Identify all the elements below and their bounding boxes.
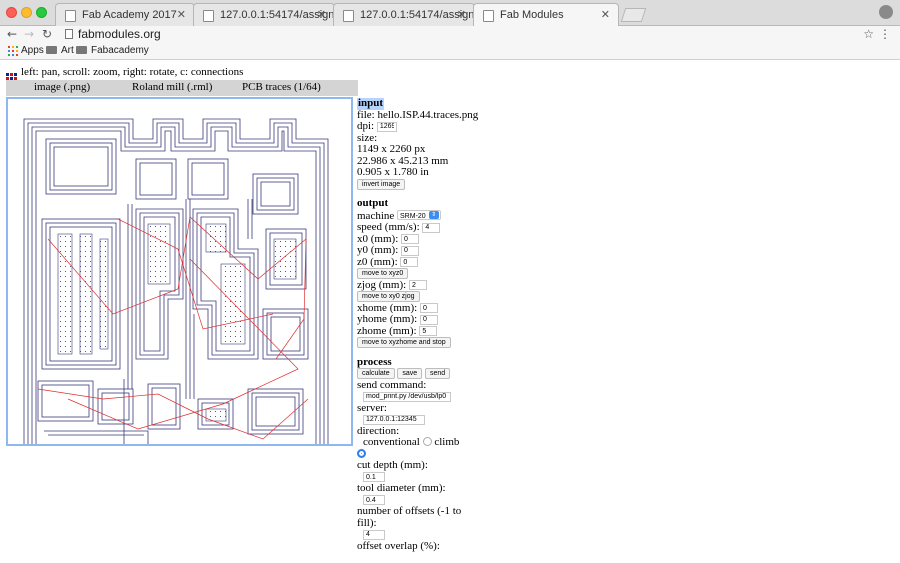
tab-fab-academy[interactable]: Fab Academy 2017 ✕ xyxy=(55,3,195,26)
x0-input[interactable] xyxy=(401,234,419,244)
profile-icon[interactable] xyxy=(879,5,893,19)
browser-toolbar: ← → ↻ fabmodules.org ☆ ⋮ xyxy=(0,26,900,42)
new-tab-button[interactable] xyxy=(620,8,647,22)
tab-title: Fab Academy 2017 xyxy=(82,9,177,21)
apps-grid-icon xyxy=(8,46,18,56)
climb-radio[interactable] xyxy=(357,448,366,458)
close-tab-icon[interactable]: ✕ xyxy=(457,8,466,21)
close-window-button[interactable] xyxy=(6,7,17,18)
zhome-input[interactable] xyxy=(419,326,438,336)
machine-select[interactable]: SRM-20 ⇕ xyxy=(397,209,441,220)
move-to-xyzhome-button[interactable]: move to xyzhome and stop xyxy=(357,337,451,348)
move-to-xyz0-button[interactable]: move to xyz0 xyxy=(357,268,409,279)
page-icon xyxy=(483,10,494,22)
select-arrows-icon: ⇕ xyxy=(428,210,439,219)
xhome-input[interactable] xyxy=(419,303,438,313)
cut-depth-label: cut depth (mm): xyxy=(357,459,428,471)
tab-assignments-2[interactable]: 127.0.0.1:54174/assignments ✕ xyxy=(333,3,475,26)
yhome-label: yhome (mm): xyxy=(357,313,418,325)
close-tab-icon[interactable]: ✕ xyxy=(601,8,610,21)
folder-icon xyxy=(76,46,87,54)
bookmark-art[interactable]: Art xyxy=(46,45,74,57)
bookmark-fabacademy[interactable]: Fabacademy xyxy=(76,45,149,57)
tool-diameter-input[interactable] xyxy=(363,495,385,505)
rapid-moves xyxy=(37,216,309,440)
page-icon xyxy=(203,10,214,22)
output-header: output xyxy=(357,197,389,209)
calculate-button[interactable]: calculate xyxy=(357,368,395,379)
bookmarks-bar: Apps Art Fabacademy xyxy=(0,42,900,60)
bookmark-label: Fabacademy xyxy=(91,45,149,56)
toolpath-canvas[interactable] xyxy=(8,99,351,444)
offsets-label-cont: fill): xyxy=(357,516,377,529)
zhome-label: zhome (mm): xyxy=(357,324,417,337)
y0-label: y0 (mm): xyxy=(357,244,399,256)
move-to-xy0-zjog-button[interactable]: move to xy0 zjog xyxy=(357,291,420,302)
z0-label: z0 (mm): xyxy=(357,255,398,268)
parameter-panel: input file: hello.ISP.44.traces.png dpi:… xyxy=(357,97,478,552)
tab-strip: Fab Academy 2017 ✕ 127.0.0.1:54174/assig… xyxy=(0,0,900,27)
close-tab-icon[interactable]: ✕ xyxy=(317,8,326,21)
module-menubar: image (.png) Roland mill (.rml) PCB trac… xyxy=(6,80,358,96)
conventional-radio[interactable] xyxy=(422,437,432,446)
y0-input[interactable] xyxy=(401,245,419,256)
address-bar[interactable]: fabmodules.org xyxy=(63,26,878,42)
tool-diameter-label: tool diameter (mm): xyxy=(357,482,446,494)
send-command-input[interactable] xyxy=(363,391,451,402)
send-button[interactable]: send xyxy=(424,368,451,379)
page-info-icon[interactable] xyxy=(65,29,73,39)
bookmark-label: Art xyxy=(61,45,74,56)
zjog-label: zjog (mm): xyxy=(357,278,407,291)
offset-overlap-label: offset overlap (%): xyxy=(357,539,440,552)
dpi-label: dpi: xyxy=(357,120,375,132)
size-in: 0.905 x 1.780 in xyxy=(357,166,429,178)
bookmark-star-icon[interactable]: ☆ xyxy=(863,26,874,42)
offsets-input[interactable] xyxy=(363,529,385,540)
speed-input[interactable] xyxy=(422,222,441,233)
toolpath-viewer[interactable] xyxy=(6,97,353,446)
server-label: server: xyxy=(357,401,387,414)
instructions-text: left: pan, scroll: zoom, right: rotate, … xyxy=(21,66,244,78)
reload-icon[interactable]: ↻ xyxy=(42,26,52,42)
forward-arrow-icon[interactable]: → xyxy=(24,26,34,42)
folder-icon xyxy=(46,46,57,54)
conventional-label: conventional xyxy=(363,436,420,448)
yhome-input[interactable] xyxy=(419,314,438,325)
page-icon xyxy=(343,10,354,22)
menu-dots-icon[interactable]: ⋮ xyxy=(879,26,891,42)
offsets-label: number of offsets (-1 to xyxy=(357,505,462,517)
cut-depth-input[interactable] xyxy=(363,472,385,482)
minimize-window-button[interactable] xyxy=(21,7,32,18)
process-menu[interactable]: PCB traces (1/64) xyxy=(242,81,321,93)
z0-input[interactable] xyxy=(400,257,419,267)
zjog-input[interactable] xyxy=(408,280,427,290)
tab-fab-modules[interactable]: Fab Modules ✕ xyxy=(473,3,619,27)
save-button[interactable]: save xyxy=(397,368,423,379)
maximize-window-button[interactable] xyxy=(36,7,47,18)
server-input[interactable] xyxy=(363,414,425,425)
dpi-input[interactable] xyxy=(376,121,397,132)
invert-image-button[interactable]: invert image xyxy=(357,178,406,190)
xhome-label: xhome (mm): xyxy=(357,301,418,314)
back-arrow-icon[interactable]: ← xyxy=(7,26,17,42)
close-tab-icon[interactable]: ✕ xyxy=(177,8,186,21)
url-text: fabmodules.org xyxy=(78,27,161,41)
size-px: 1149 x 2260 px xyxy=(357,143,426,155)
climb-label: climb xyxy=(434,436,460,448)
machine-value: SRM-20 xyxy=(400,212,426,220)
input-format-menu[interactable]: image (.png) xyxy=(34,81,90,93)
filled-regions xyxy=(57,223,297,422)
x0-label: x0 (mm): xyxy=(357,232,399,245)
process-header: process xyxy=(357,355,392,368)
output-machine-menu[interactable]: Roland mill (.rml) xyxy=(132,81,212,93)
speed-label: speed (mm/s): xyxy=(357,221,420,233)
send-command-label: send command: xyxy=(357,378,427,391)
page-icon xyxy=(65,10,76,22)
machine-label: machine xyxy=(357,209,395,222)
tab-title: Fab Modules xyxy=(500,9,564,21)
bookmark-apps[interactable]: Apps xyxy=(21,45,44,57)
input-header: input xyxy=(357,97,385,110)
tab-assignments-1[interactable]: 127.0.0.1:54174/assignments ✕ xyxy=(193,3,335,26)
